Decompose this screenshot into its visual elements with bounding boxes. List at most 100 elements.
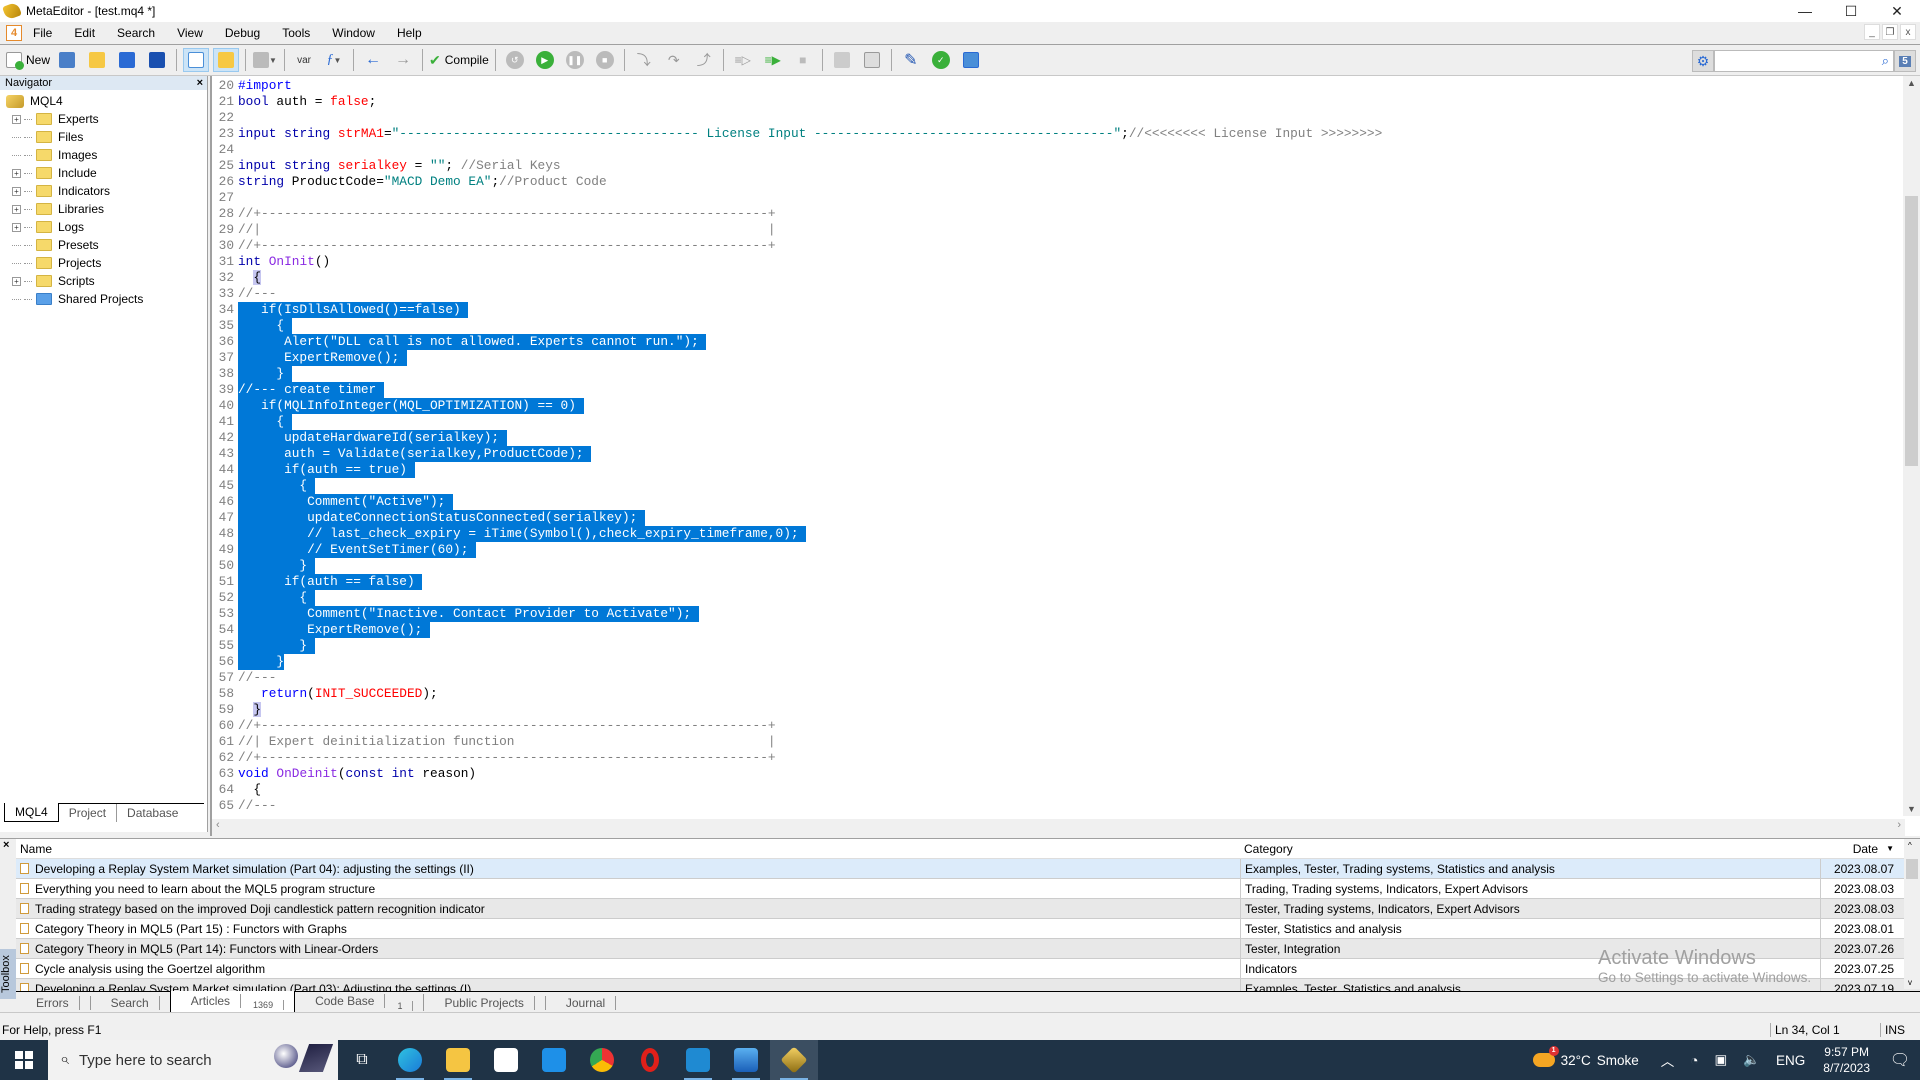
code-line[interactable]: 57 //---	[212, 670, 1382, 686]
maximize-button[interactable]: ☐	[1828, 0, 1874, 22]
scroll-right-icon[interactable]: ›	[1897, 819, 1901, 831]
cloud-protector-button[interactable]: ✓	[928, 48, 954, 72]
save-all-button[interactable]	[144, 48, 170, 72]
code-line[interactable]: 39 //--- create timer	[212, 382, 1382, 398]
scrollbar-thumb[interactable]	[1905, 196, 1918, 466]
forward-button[interactable]: →	[390, 48, 416, 72]
expand-icon[interactable]: +	[12, 222, 21, 232]
code-line[interactable]: 54 ExpertRemove();	[212, 622, 1382, 638]
taskbar-edge[interactable]	[386, 1040, 434, 1080]
tab-journal[interactable]: Journal	[546, 995, 626, 1010]
language-indicator[interactable]: ENG	[1768, 1053, 1813, 1068]
article-row[interactable]: Everything you need to learn about the M…	[16, 879, 1920, 899]
tree-item-logs[interactable]: + Logs	[0, 218, 207, 236]
taskbar-metaeditor[interactable]	[770, 1040, 818, 1080]
code-line[interactable]: 30 //+-----------------------------------…	[212, 238, 1382, 254]
menu-tools[interactable]: Tools	[271, 26, 321, 40]
copy-button[interactable]	[829, 48, 855, 72]
expand-icon[interactable]: +	[12, 204, 21, 214]
article-row[interactable]: Trading strategy based on the improved D…	[16, 899, 1920, 919]
start-debug-button[interactable]: ▶	[532, 48, 558, 72]
tab-search[interactable]: Search	[91, 995, 170, 1010]
open-button[interactable]	[84, 48, 110, 72]
tab-articles[interactable]: Articles 1369	[169, 990, 296, 1013]
tab-project[interactable]: Project	[59, 804, 118, 822]
code-line[interactable]: 59 }	[212, 702, 1382, 718]
code-line[interactable]: 42 updateHardwareId(serialkey);	[212, 430, 1382, 446]
tree-item-include[interactable]: + Include	[0, 164, 207, 182]
menu-view[interactable]: View	[166, 26, 214, 40]
taskbar-photos[interactable]	[722, 1040, 770, 1080]
article-row[interactable]: Category Theory in MQL5 (Part 15) : Func…	[16, 919, 1920, 939]
profile-history-button[interactable]: ≡▷	[730, 48, 756, 72]
search-input[interactable]: ⌕	[1714, 50, 1894, 72]
code-line[interactable]: 38 }	[212, 366, 1382, 382]
scroll-down-icon[interactable]: ▼	[1907, 804, 1916, 814]
task-view-button[interactable]: ⧉	[338, 1040, 386, 1080]
tab-mql4[interactable]: MQL4	[4, 803, 59, 822]
code-line[interactable]: 21 bool auth = false;	[212, 94, 1382, 110]
weather-widget[interactable]: 1 32°C Smoke	[1532, 1046, 1639, 1068]
code-line[interactable]: 63 void OnDeinit(const int reason)	[212, 766, 1382, 782]
tab-database[interactable]: Database	[117, 804, 188, 822]
code-line[interactable]: 55 }	[212, 638, 1382, 654]
scroll-up-icon[interactable]: ^	[1908, 841, 1912, 850]
code-editor[interactable]: 20 #import 21 bool auth = false; 22 23 input s…	[210, 76, 1920, 836]
code-line[interactable]: 45 {	[212, 478, 1382, 494]
clipboard-button[interactable]: ▼	[252, 48, 278, 72]
taskbar-file-explorer[interactable]	[434, 1040, 482, 1080]
code-line[interactable]: 51 if(auth == false)	[212, 574, 1382, 590]
taskbar-chrome[interactable]	[578, 1040, 626, 1080]
code-line[interactable]: 47 updateConnectionStatusConnected(seria…	[212, 510, 1382, 526]
profile-stop-button[interactable]: ■	[790, 48, 816, 72]
start-button[interactable]	[0, 1040, 48, 1080]
menu-help[interactable]: Help	[386, 26, 433, 40]
close-icon[interactable]: ×	[0, 839, 16, 851]
preview-button[interactable]	[859, 48, 885, 72]
document-icon[interactable]: 4	[6, 25, 22, 41]
code-line[interactable]: 52 {	[212, 590, 1382, 606]
step-over-button[interactable]: ↷	[661, 48, 687, 72]
expand-icon[interactable]: +	[12, 168, 21, 178]
tree-item-images[interactable]: Images	[0, 146, 207, 164]
code-line[interactable]: 48 // last_check_expiry = iTime(Symbol()…	[212, 526, 1382, 542]
article-row[interactable]: Developing a Replay System Market simula…	[16, 859, 1920, 879]
code-line[interactable]: 58 return(INIT_SUCCEEDED);	[212, 686, 1382, 702]
code-line[interactable]: 44 if(auth == true)	[212, 462, 1382, 478]
scroll-up-icon[interactable]: ▲	[1907, 78, 1916, 88]
code-line[interactable]: 37 ExpertRemove();	[212, 350, 1382, 366]
code-line[interactable]: 46 Comment("Active");	[212, 494, 1382, 510]
scroll-down-icon[interactable]: v	[1908, 978, 1912, 987]
menu-debug[interactable]: Debug	[214, 26, 271, 40]
profile-real-button[interactable]: ≡▶	[760, 48, 786, 72]
code-line[interactable]: 36 Alert("DLL call is not allowed. Exper…	[212, 334, 1382, 350]
pause-button[interactable]: ❚❚	[562, 48, 588, 72]
insert-variable-button[interactable]: var	[291, 48, 317, 72]
clock[interactable]: 9:57 PM 8/7/2023	[1813, 1044, 1880, 1076]
code-line[interactable]: 35 {	[212, 318, 1382, 334]
column-date[interactable]: Date ▼	[1820, 839, 1900, 858]
article-row[interactable]: Category Theory in MQL5 (Part 14): Funct…	[16, 939, 1920, 959]
wifi-icon[interactable]: ◔	[1682, 1053, 1706, 1068]
close-icon[interactable]: ×	[197, 76, 203, 90]
new-project-button[interactable]	[54, 48, 80, 72]
menu-search[interactable]: Search	[106, 26, 166, 40]
code-line[interactable]: 23 input string strMA1="-----------------…	[212, 126, 1383, 142]
code-line[interactable]: 33 //---	[212, 286, 1382, 302]
code-lines[interactable]: 20 #import 21 bool auth = false; 22 23 input s…	[212, 78, 1383, 814]
tree-item-experts[interactable]: + Experts	[0, 110, 207, 128]
code-line[interactable]: 31 int OnInit()	[212, 254, 1382, 270]
scroll-left-icon[interactable]: ‹	[216, 819, 220, 831]
code-line[interactable]: 62 //+-----------------------------------…	[212, 750, 1382, 766]
menu-file[interactable]: File	[22, 26, 63, 40]
code-line[interactable]: 41 {	[212, 414, 1382, 430]
menu-edit[interactable]: Edit	[63, 26, 106, 40]
code-line[interactable]: 34 if(IsDllsAllowed()==false)	[212, 302, 1382, 318]
doc-minimize-button[interactable]: _	[1864, 24, 1880, 40]
camera-icon[interactable]: ▣	[1706, 1052, 1735, 1068]
code-line[interactable]: 40 if(MQLInfoInteger(MQL_OPTIMIZATION) =…	[212, 398, 1382, 414]
back-button[interactable]: ←	[360, 48, 386, 72]
tab-errors[interactable]: Errors	[16, 995, 91, 1010]
step-out-button[interactable]: ⤴	[691, 48, 717, 72]
tree-item-files[interactable]: Files	[0, 128, 207, 146]
